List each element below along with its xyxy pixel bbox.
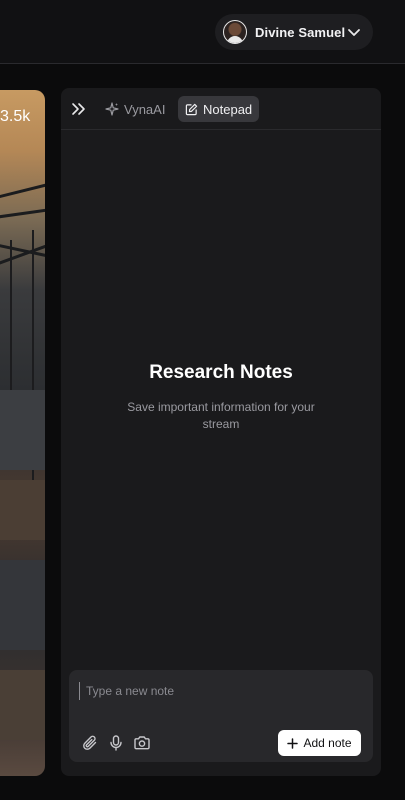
tab-label: VynaAI <box>124 101 166 117</box>
viewer-count: 3.5k <box>0 108 31 125</box>
top-bar: Divine Samuel <box>0 0 405 64</box>
microphone-icon[interactable] <box>107 734 125 752</box>
note-edit-icon <box>185 103 198 115</box>
chevron-down-icon <box>348 29 360 36</box>
paperclip-icon[interactable] <box>81 734 99 752</box>
notepad-panel: VynaAI Notepad Research Notes Save impor… <box>61 88 381 776</box>
user-menu-button[interactable]: Divine Samuel <box>215 14 373 50</box>
panel-header: VynaAI Notepad <box>61 88 381 130</box>
camera-icon[interactable] <box>133 734 151 752</box>
avatar <box>223 20 247 44</box>
tab-label: Notepad <box>203 101 253 117</box>
tab-vynaai[interactable]: VynaAI <box>99 96 171 122</box>
note-input[interactable] <box>79 682 359 700</box>
user-name: Divine Samuel <box>255 24 346 40</box>
plus-icon <box>287 737 299 749</box>
sparkle-icon <box>105 102 119 116</box>
tab-notepad[interactable]: Notepad <box>178 96 260 122</box>
add-note-button[interactable]: Add note <box>278 730 361 756</box>
double-chevron-right-icon[interactable] <box>70 101 86 117</box>
note-composer: Add note <box>69 670 373 762</box>
add-note-label: Add note <box>303 736 352 750</box>
stream-preview[interactable] <box>0 90 45 776</box>
empty-state-subtitle: Save important information for your stre… <box>127 400 315 431</box>
empty-state-title: Research Notes <box>149 362 293 383</box>
